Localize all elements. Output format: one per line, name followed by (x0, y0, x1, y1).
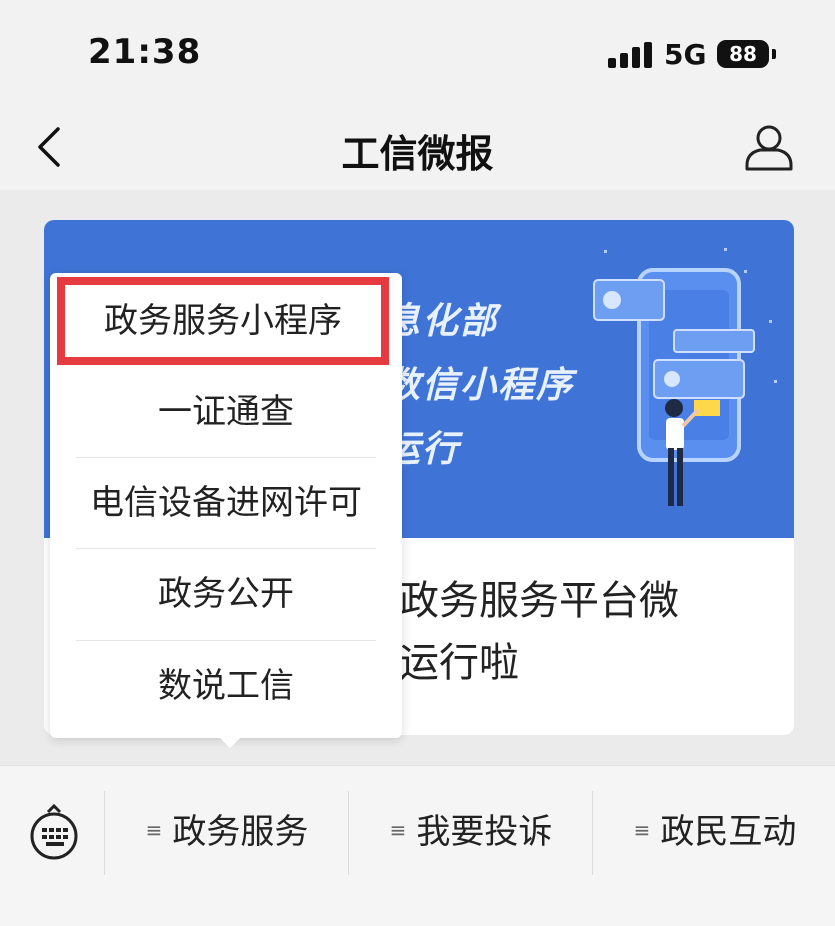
banner-text-line: 数信小程序 (384, 365, 575, 406)
menu-complaint[interactable]: ≡ 我要投诉 (352, 796, 590, 868)
menu-item-public-affairs[interactable]: 政务公开 (50, 549, 402, 640)
keyboard-icon[interactable] (28, 802, 80, 862)
menu-gov-services[interactable]: ≡ 政务服务 (108, 796, 346, 868)
popup-arrow (218, 736, 242, 748)
profile-icon[interactable] (742, 121, 796, 175)
article-title: 政务服务平台微 运行啦 (399, 570, 779, 694)
battery-indicator: 88 (717, 40, 769, 68)
menu-item-mini-program[interactable]: 政务服务小程序 (57, 277, 389, 365)
menu-separator (104, 791, 105, 875)
menu-label: 我要投诉 (416, 812, 553, 852)
menu-lines-icon: ≡ (145, 817, 163, 842)
menu-separator (592, 791, 593, 875)
status-bar: 21:38 5G 88 (0, 0, 835, 105)
signal-icon (608, 42, 652, 68)
network-type: 5G (664, 38, 707, 71)
menu-label: 政民互动 (660, 812, 797, 852)
menu-separator (348, 791, 349, 875)
phone-illustration (593, 248, 777, 506)
menu-item-id-check[interactable]: 一证通查 (50, 367, 402, 458)
page-title: 工信微报 (341, 132, 494, 176)
menu-item-telecom-license[interactable]: 电信设备进网许可 (50, 458, 402, 549)
clock: 21:38 (88, 32, 202, 72)
nav-bar: 工信微报 (0, 105, 835, 190)
menu-lines-icon: ≡ (389, 817, 407, 842)
menu-label: 政务服务 (172, 812, 309, 852)
menu-interaction[interactable]: ≡ 政民互动 (596, 796, 834, 868)
bottom-menu-bar: ≡ 政务服务 ≡ 我要投诉 ≡ 政民互动 (0, 765, 835, 926)
popup-menu: 政务服务小程序 一证通查 电信设备进网许可 政务公开 数说工信 (50, 273, 402, 738)
battery-tip (772, 49, 776, 59)
article-title-line: 运行啦 (399, 640, 519, 686)
menu-lines-icon: ≡ (633, 817, 651, 842)
menu-item-data-insight[interactable]: 数说工信 (50, 641, 402, 732)
article-title-line: 政务服务平台微 (399, 578, 679, 624)
